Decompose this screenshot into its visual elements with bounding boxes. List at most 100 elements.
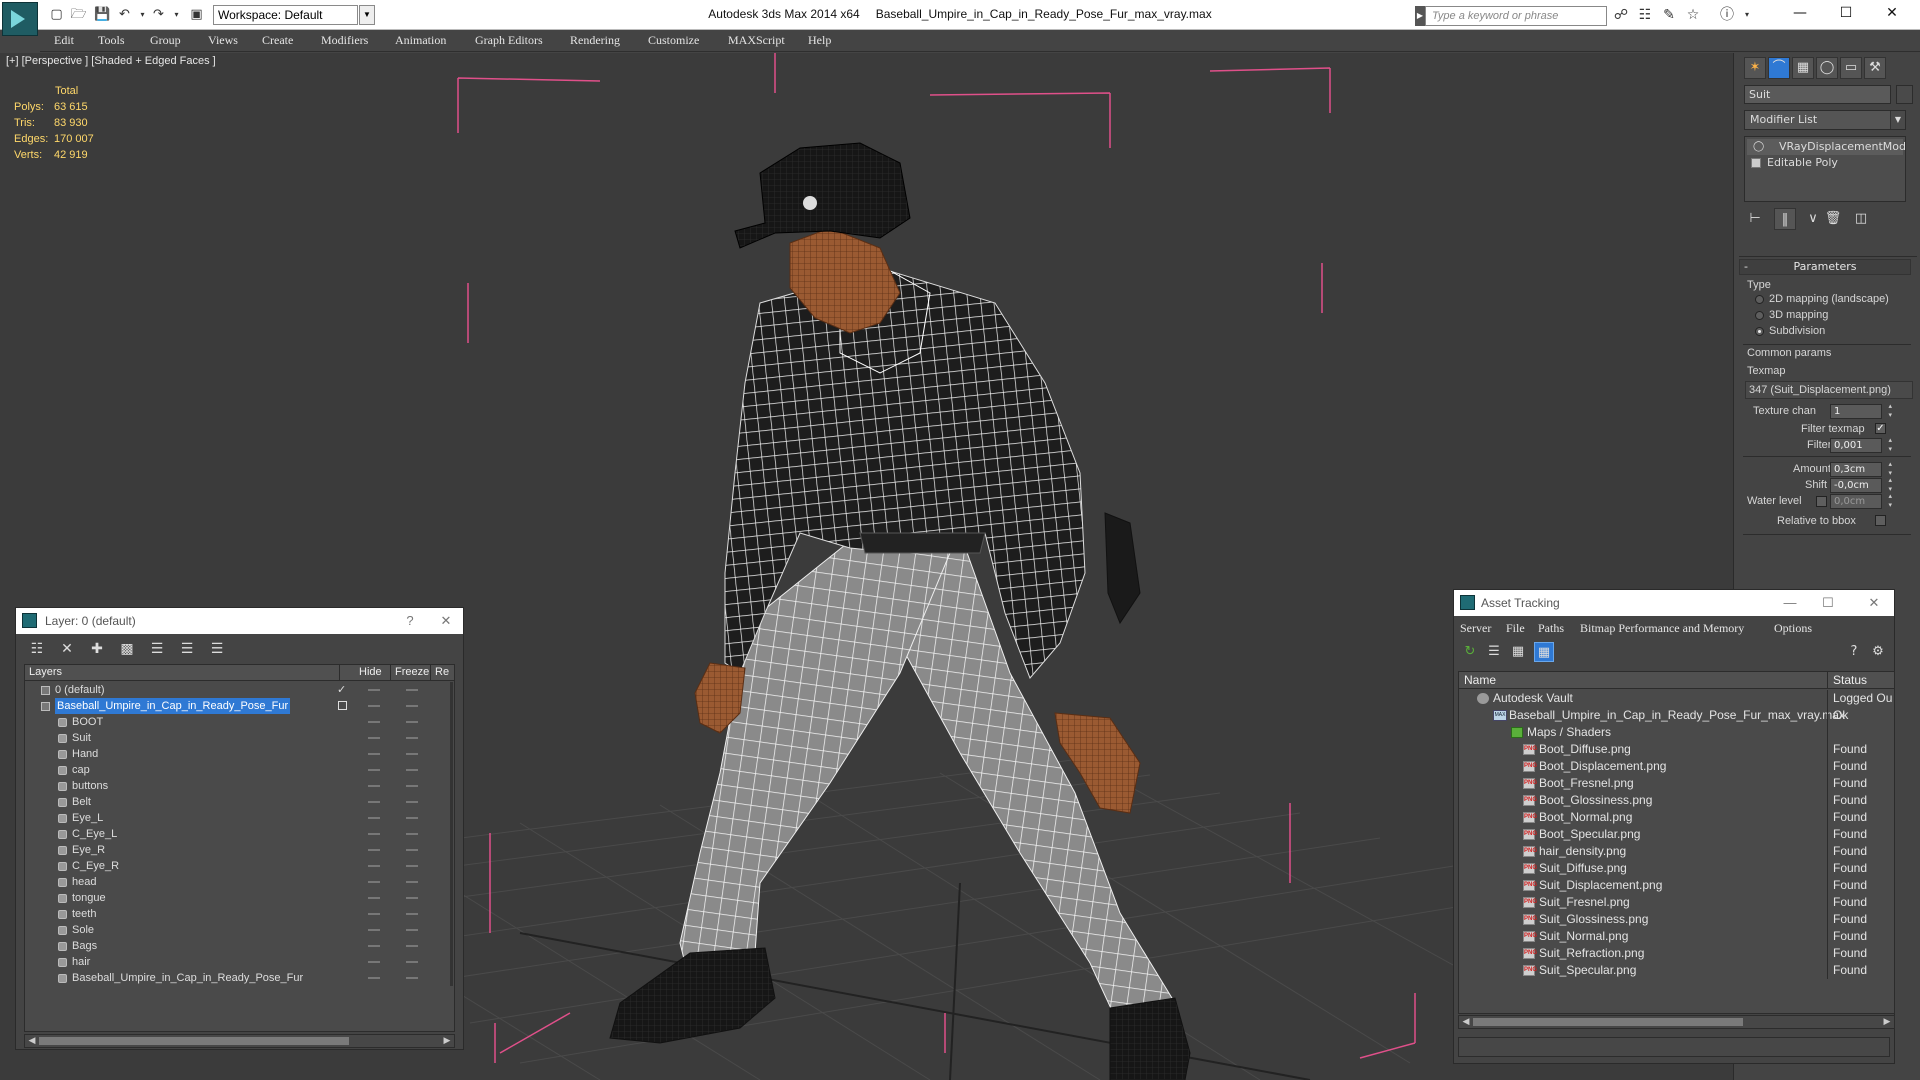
hide-toggle[interactable] xyxy=(368,785,380,787)
asset-row[interactable]: PNG Boot_Glossiness.png Found xyxy=(1459,792,1894,809)
asset-menu-paths[interactable]: Paths xyxy=(1538,621,1564,636)
freeze-toggle[interactable] xyxy=(406,769,418,771)
hide-toggle[interactable] xyxy=(368,977,380,979)
workspace-dropdown[interactable]: Workspace: Default ▼ xyxy=(213,5,375,25)
asset-row[interactable]: PNG Boot_Fresnel.png Found xyxy=(1459,775,1894,792)
hide-toggle[interactable] xyxy=(368,833,380,835)
asset-horizontal-scrollbar[interactable]: ◀ ▶ xyxy=(1458,1015,1895,1029)
asset-menu-bitmap-performance[interactable]: Bitmap Performance and Memory xyxy=(1580,621,1744,636)
close-button[interactable]: ✕ xyxy=(1869,0,1915,26)
refresh-icon[interactable]: ↻ xyxy=(1460,642,1480,662)
render-toggle[interactable] xyxy=(450,698,453,714)
layer-row[interactable]: teeth xyxy=(25,906,454,922)
layer-row[interactable]: tongue xyxy=(25,890,454,906)
shift-spinner[interactable]: -0,0cm xyxy=(1830,476,1892,494)
column-render[interactable]: Re xyxy=(431,665,454,681)
menu-maxscript[interactable]: MAXScript xyxy=(728,33,785,48)
column-name[interactable]: Name xyxy=(1459,672,1828,689)
create-tab-icon[interactable]: ✶ xyxy=(1744,57,1766,79)
freeze-toggle[interactable] xyxy=(406,705,418,707)
freeze-toggle[interactable] xyxy=(406,721,418,723)
menu-group[interactable]: Group xyxy=(150,33,181,48)
asset-menu-options[interactable]: Options xyxy=(1774,621,1812,636)
parameters-rollout-header[interactable]: - Parameters xyxy=(1739,259,1911,275)
render-toggle[interactable] xyxy=(450,906,453,922)
hide-toggle[interactable] xyxy=(368,865,380,867)
radio-2d-mapping[interactable] xyxy=(1755,295,1764,304)
asset-menu-server[interactable]: Server xyxy=(1460,621,1491,636)
chevron-down-icon[interactable]: ▼ xyxy=(1890,111,1905,129)
hide-toggle[interactable] xyxy=(368,945,380,947)
render-toggle[interactable] xyxy=(450,762,453,778)
layer-row[interactable]: C_Eye_R xyxy=(25,858,454,874)
render-toggle[interactable] xyxy=(450,826,453,842)
asset-menu-file[interactable]: File xyxy=(1506,621,1525,636)
asset-row[interactable]: PNG Suit_Fresnel.png Found xyxy=(1459,894,1894,911)
hide-toggle[interactable] xyxy=(368,849,380,851)
asset-row[interactable]: PNG Suit_Displacement.png Found xyxy=(1459,877,1894,894)
layer-row[interactable]: head xyxy=(25,874,454,890)
column-status[interactable]: Status xyxy=(1828,672,1894,689)
modify-tab-icon[interactable]: ⌒ xyxy=(1768,57,1790,79)
menu-views[interactable]: Views xyxy=(208,33,238,48)
pin-stack-icon[interactable]: ⊢ xyxy=(1744,208,1766,230)
delete-layer-icon[interactable]: ✕ xyxy=(56,638,78,660)
freeze-toggle[interactable] xyxy=(406,977,418,979)
hide-toggle[interactable] xyxy=(368,769,380,771)
freeze-toggle[interactable] xyxy=(406,833,418,835)
hide-toggle[interactable] xyxy=(368,961,380,963)
lightbulb-icon[interactable]: ◯ xyxy=(1753,139,1764,155)
menu-tools[interactable]: Tools xyxy=(98,33,125,48)
amount-spinner[interactable]: 0,3cm xyxy=(1830,460,1892,478)
render-toggle[interactable] xyxy=(450,842,453,858)
freeze-toggle[interactable] xyxy=(406,785,418,787)
freeze-toggle[interactable] xyxy=(406,849,418,851)
set-current-layer-checkbox[interactable] xyxy=(338,701,347,710)
search-expand-icon[interactable]: ▶ xyxy=(1415,6,1425,26)
scroll-left-icon[interactable]: ◀ xyxy=(26,1035,38,1047)
freeze-toggle[interactable] xyxy=(406,737,418,739)
freeze-toggle[interactable] xyxy=(406,801,418,803)
texture-chan-spinner[interactable]: 1 xyxy=(1830,402,1892,420)
freeze-toggle[interactable] xyxy=(406,753,418,755)
scroll-thumb[interactable] xyxy=(39,1037,349,1045)
highlight-layer-icon[interactable]: ☰ xyxy=(146,638,168,660)
create-layer-icon[interactable]: ☷ xyxy=(26,638,48,660)
asset-row[interactable]: PNG Boot_Diffuse.png Found xyxy=(1459,741,1894,758)
freeze-toggle[interactable] xyxy=(406,897,418,899)
maximize-button[interactable]: ☐ xyxy=(1814,590,1842,616)
motion-tab-icon[interactable]: ◯ xyxy=(1816,57,1838,79)
layer-row[interactable]: BOOT xyxy=(25,714,454,730)
hide-toggle[interactable] xyxy=(368,753,380,755)
help-icon[interactable]: ⓘ xyxy=(1718,7,1736,23)
hide-toggle[interactable] xyxy=(368,801,380,803)
maximize-button[interactable]: ☐ xyxy=(1823,0,1869,26)
freeze-toggle[interactable] xyxy=(406,929,418,931)
save-file-icon[interactable]: 💾 xyxy=(94,7,111,22)
details-view-icon[interactable]: ▦ xyxy=(1508,642,1528,662)
object-name-field[interactable]: Suit xyxy=(1744,85,1891,104)
asset-row[interactable]: PNG Boot_Normal.png Found xyxy=(1459,809,1894,826)
close-button[interactable]: ✕ xyxy=(1860,590,1888,616)
asset-row[interactable]: PNG hair_density.png Found xyxy=(1459,843,1894,860)
freeze-toggle[interactable] xyxy=(406,961,418,963)
configure-sets-icon[interactable]: ◫ xyxy=(1850,208,1872,230)
render-toggle[interactable] xyxy=(450,778,453,794)
render-toggle[interactable] xyxy=(450,730,453,746)
remove-modifier-icon[interactable]: 🗑 xyxy=(1822,208,1844,230)
render-toggle[interactable] xyxy=(450,922,453,938)
viewport-label[interactable]: [+] [Perspective ] [Shaded + Edged Faces… xyxy=(6,55,216,67)
column-freeze[interactable]: Freeze xyxy=(391,665,431,681)
column-layers[interactable]: Layers xyxy=(25,665,340,681)
stack-item-vraydisplacement[interactable]: ◯ VRayDisplacementMod xyxy=(1747,139,1906,155)
select-in-layer-icon[interactable]: ▩ xyxy=(116,638,138,660)
hide-toggle[interactable] xyxy=(368,721,380,723)
current-layer-check-icon[interactable]: ✓ xyxy=(337,682,346,698)
scroll-left-icon[interactable]: ◀ xyxy=(1460,1016,1472,1028)
redo-icon[interactable]: ↷ xyxy=(150,7,167,22)
expand-icon[interactable] xyxy=(1751,158,1761,168)
render-toggle[interactable] xyxy=(450,890,453,906)
layer-row[interactable]: Belt xyxy=(25,794,454,810)
asset-row[interactable]: PNG Suit_Glossiness.png Found xyxy=(1459,911,1894,928)
minimize-button[interactable]: — xyxy=(1776,590,1804,616)
